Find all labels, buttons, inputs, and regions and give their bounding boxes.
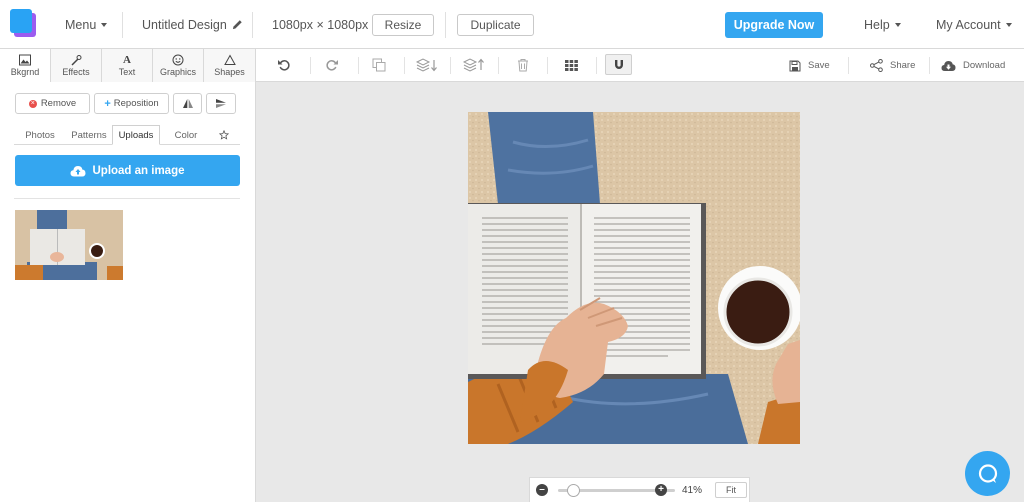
subtab-patterns[interactable]: Patterns: [66, 125, 112, 145]
upload-label: Upload an image: [92, 164, 185, 177]
share-button[interactable]: Share: [870, 49, 915, 82]
share-label: Share: [890, 60, 916, 71]
undo-button[interactable]: [276, 57, 292, 73]
layers-down-icon: [416, 58, 437, 72]
floppy-icon: [789, 60, 801, 71]
flip-vertical-button[interactable]: [206, 93, 236, 114]
zoom-out-button[interactable]: –: [536, 484, 548, 496]
pencil-icon: [232, 20, 242, 30]
zoom-fit-button[interactable]: Fit: [715, 482, 747, 498]
plus-icon: +: [104, 97, 111, 110]
copy-icon: [372, 58, 386, 72]
redo-icon: [326, 60, 338, 71]
zoom-percentage: 41%: [682, 485, 703, 496]
remove-label: Remove: [40, 98, 77, 109]
image-icon: [19, 54, 31, 66]
resize-button[interactable]: Resize: [372, 14, 434, 36]
left-panel: Bkgrnd Effects A Text Graphics Shapes × …: [0, 49, 256, 502]
magnet-icon: [614, 59, 623, 69]
duplicate-button[interactable]: Duplicate: [457, 14, 534, 36]
design-image: [468, 112, 800, 444]
tab-graphics[interactable]: Graphics: [153, 49, 204, 82]
uploaded-image-thumbnail[interactable]: [15, 210, 123, 280]
tab-label: Bkgrnd: [10, 67, 40, 77]
top-bar: Menu Untitled Design 1080px × 1080px Res…: [0, 0, 1024, 49]
cloud-download-icon: [941, 60, 956, 71]
help-dropdown[interactable]: Help: [864, 0, 901, 49]
canvas-dimensions: 1080px × 1080px: [272, 17, 369, 32]
send-backward-button[interactable]: [416, 57, 438, 73]
chat-bubble-icon: [978, 463, 997, 483]
tab-label: Text: [118, 67, 136, 77]
upload-image-button[interactable]: Upload an image: [15, 155, 240, 186]
design-title-text: Untitled Design: [142, 17, 227, 32]
save-button[interactable]: Save: [789, 49, 830, 82]
tool-tabs: Bkgrnd Effects A Text Graphics Shapes: [0, 49, 256, 82]
tab-label: Effects: [62, 67, 90, 77]
account-label: My Account: [936, 17, 1001, 32]
tab-effects[interactable]: Effects: [51, 49, 102, 82]
tab-label: Shapes: [214, 67, 245, 77]
save-label: Save: [808, 60, 830, 71]
subtab-uploads[interactable]: Uploads: [112, 125, 160, 145]
minus-icon: –: [539, 484, 545, 495]
snap-magnet-button[interactable]: [605, 54, 632, 75]
subtab-favorites[interactable]: [214, 125, 234, 145]
background-sub-tabs: Photos Patterns Uploads Color: [14, 125, 240, 145]
chevron-down-icon: [101, 22, 108, 27]
tab-shapes[interactable]: Shapes: [204, 49, 255, 82]
editor-toolbar: Save Share Download: [256, 49, 1024, 82]
help-chat-button[interactable]: [965, 451, 1010, 496]
cloud-upload-icon: [70, 165, 86, 176]
download-label: Download: [963, 60, 1006, 71]
bring-forward-button[interactable]: [463, 57, 485, 73]
upgrade-now-button[interactable]: Upgrade Now: [725, 12, 823, 38]
plus-icon: +: [658, 484, 664, 495]
zoom-bar: – + 41% Fit: [529, 477, 750, 502]
wand-icon: [71, 55, 82, 66]
trash-icon: [518, 59, 528, 72]
remove-background-button[interactable]: × Remove: [15, 93, 90, 114]
grid-button[interactable]: [563, 57, 579, 73]
share-icon: [870, 59, 883, 72]
star-icon: [219, 130, 229, 140]
delete-button[interactable]: [515, 57, 531, 73]
smiley-icon: [172, 54, 184, 66]
undo-icon: [278, 60, 290, 71]
redo-button[interactable]: [324, 57, 340, 73]
chevron-down-icon: [1005, 22, 1012, 27]
app-logo[interactable]: [10, 9, 36, 37]
grid-icon: [564, 59, 578, 71]
flip-horizontal-button[interactable]: [173, 93, 202, 114]
download-button[interactable]: Download: [941, 49, 1005, 82]
account-dropdown[interactable]: My Account: [936, 0, 1012, 49]
flip-vertical-icon: [216, 99, 226, 108]
triangle-icon: [223, 54, 236, 65]
text-icon: A: [123, 54, 131, 66]
help-label: Help: [864, 17, 890, 32]
design-title[interactable]: Untitled Design: [142, 0, 243, 49]
layers-up-icon: [463, 58, 484, 72]
reposition-button[interactable]: + Reposition: [94, 93, 169, 114]
reposition-label: Reposition: [113, 98, 159, 109]
menu-label: Menu: [65, 17, 97, 32]
zoom-slider-handle[interactable]: [567, 484, 581, 497]
tab-text[interactable]: A Text: [102, 49, 153, 82]
subtab-color[interactable]: Color: [166, 125, 206, 145]
remove-icon: ×: [28, 99, 37, 108]
copy-button[interactable]: [371, 57, 387, 73]
subtab-photos[interactable]: Photos: [18, 125, 62, 145]
tab-label: Graphics: [159, 67, 196, 77]
chevron-down-icon: [894, 22, 901, 27]
flip-horizontal-icon: [182, 99, 193, 108]
tab-background[interactable]: Bkgrnd: [0, 49, 51, 82]
menu-dropdown[interactable]: Menu: [65, 0, 108, 49]
design-canvas[interactable]: [468, 112, 800, 444]
zoom-in-button[interactable]: +: [655, 484, 667, 496]
